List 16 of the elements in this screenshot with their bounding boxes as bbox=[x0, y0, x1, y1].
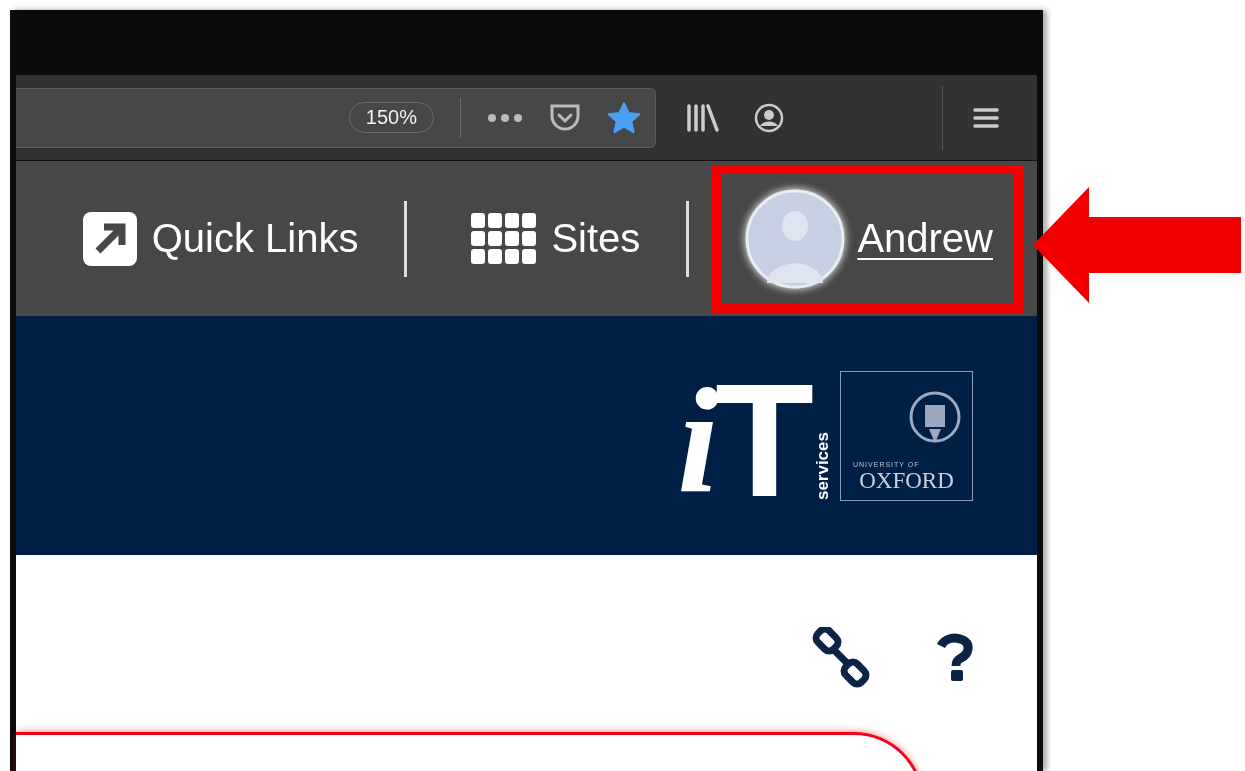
menu-icon[interactable] bbox=[973, 106, 999, 129]
user-profile-link[interactable]: Andrew bbox=[745, 188, 993, 289]
pocket-icon[interactable] bbox=[549, 102, 581, 133]
address-bar[interactable]: 150% bbox=[16, 87, 656, 148]
external-link-icon bbox=[81, 210, 138, 267]
library-icon[interactable] bbox=[686, 103, 720, 132]
help-icon[interactable] bbox=[935, 633, 975, 683]
bookmark-star-icon[interactable] bbox=[607, 101, 641, 134]
sites-link[interactable]: Sites bbox=[471, 213, 641, 264]
quick-links-link[interactable]: Quick Links bbox=[81, 210, 359, 267]
account-icon[interactable] bbox=[754, 102, 784, 133]
grid-icon bbox=[471, 213, 538, 264]
logo-subtitle: services bbox=[814, 432, 832, 501]
avatar-icon bbox=[745, 188, 846, 289]
logo-letter: T bbox=[715, 378, 814, 501]
more-icon[interactable] bbox=[487, 112, 523, 123]
